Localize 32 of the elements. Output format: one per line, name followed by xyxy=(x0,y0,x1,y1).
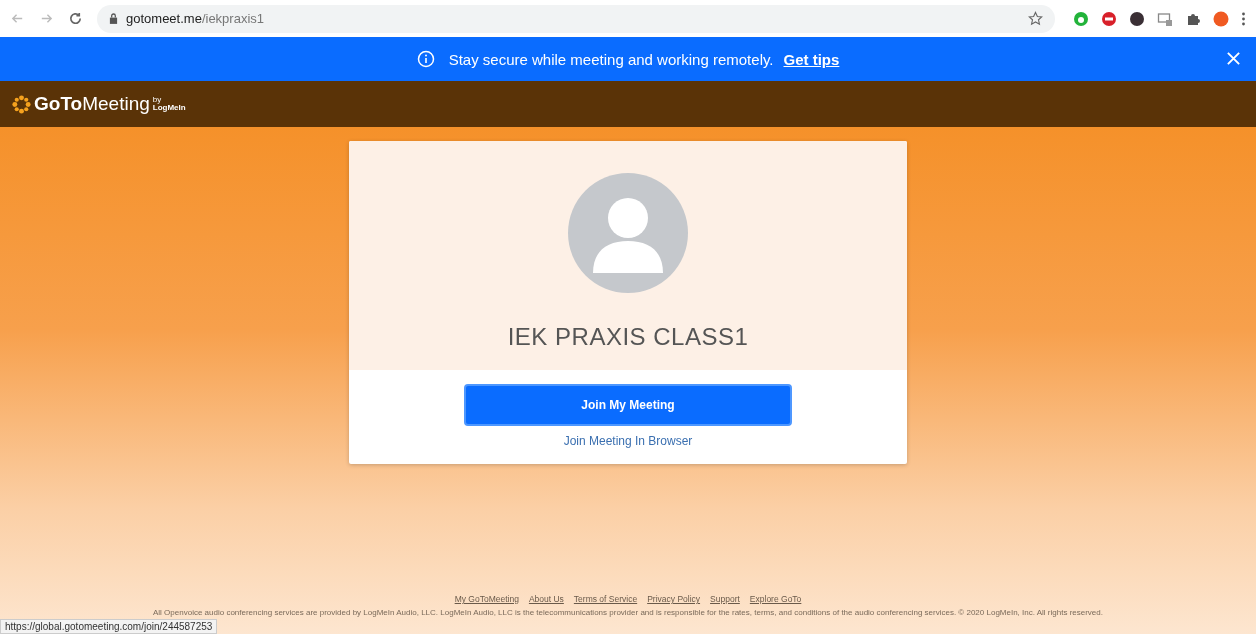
flower-icon xyxy=(12,94,31,114)
footer-link[interactable]: Privacy Policy xyxy=(647,594,701,604)
reload-icon[interactable] xyxy=(68,11,83,26)
cast-icon[interactable] xyxy=(1157,10,1173,27)
logo-meeting: Meeting xyxy=(82,93,150,115)
footer-link[interactable]: Terms of Service xyxy=(573,594,638,604)
url-path: /iekpraxis1 xyxy=(201,11,264,26)
lock-icon xyxy=(109,13,118,24)
footer-link[interactable]: Support xyxy=(710,594,740,604)
adblock-extension-icon[interactable] xyxy=(1101,10,1117,27)
organizer-name: IEK PRAXIS CLASS1 xyxy=(507,323,749,351)
round-extension-icon[interactable] xyxy=(1129,10,1145,27)
logo-by: by xyxy=(152,96,162,104)
url-host: gotomeet.me xyxy=(126,11,202,26)
footer-link[interactable]: Explore GoTo xyxy=(749,594,802,604)
legal-notice: All Openvoice audio conferencing services are provided by LogMeIn Audio, LLC. LogMeIn Audio, LLC is the telecommunications provider and is responsible for the rates, terms, and conditions of the audio conferencing services. © 2020 LogMeIn, Inc. All rights reserved. xyxy=(153,608,1103,617)
logo-goto: GoTo xyxy=(34,93,83,115)
join-in-browser-link[interactable]: Join Meeting In Browser xyxy=(563,434,693,448)
profile-avatar-icon[interactable] xyxy=(1213,10,1229,27)
logo-brand: LogMeIn xyxy=(152,104,186,112)
footer-link[interactable]: About Us xyxy=(528,594,564,604)
more-menu-icon[interactable] xyxy=(1241,10,1246,27)
star-icon[interactable] xyxy=(1028,11,1043,26)
banner-message: Stay secure while meeting and working remotely. xyxy=(448,50,774,68)
join-meeting-button[interactable]: Join My Meeting xyxy=(464,384,792,426)
status-url: https://global.gotomeeting.com/join/244587253 xyxy=(0,619,218,634)
avatar-silhouette-icon xyxy=(568,173,688,293)
info-icon xyxy=(416,50,435,68)
footer-link[interactable]: My GoToMeeting xyxy=(454,594,519,604)
address-bar[interactable]: gotomeet.me/iekpraxis1 xyxy=(97,4,1055,33)
get-tips-link[interactable]: Get tips xyxy=(783,50,840,68)
close-icon[interactable] xyxy=(1226,51,1241,66)
